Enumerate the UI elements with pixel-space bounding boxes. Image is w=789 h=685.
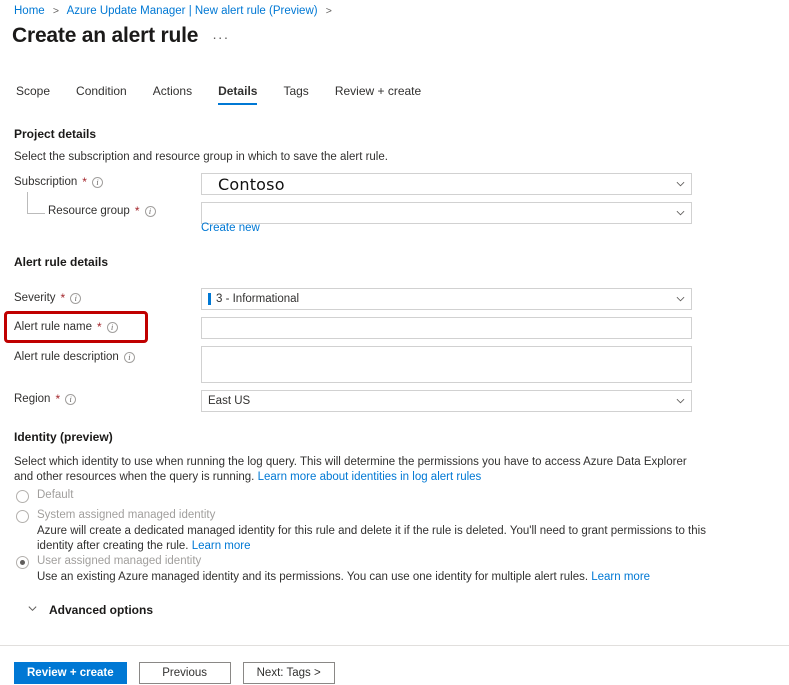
next-tags-button[interactable]: Next: Tags > bbox=[242, 662, 335, 684]
section-heading-alert-rule-details: Alert rule details bbox=[14, 255, 109, 269]
resource-group-dropdown[interactable] bbox=[201, 202, 692, 224]
required-marker: * bbox=[134, 204, 140, 218]
label-region-text: Region bbox=[14, 393, 51, 405]
label-alert-rule-description: Alert rule description i bbox=[14, 351, 135, 363]
radio-button-icon[interactable] bbox=[16, 510, 29, 523]
radio-label-default: Default bbox=[37, 489, 74, 501]
label-subscription-text: Subscription bbox=[14, 176, 78, 188]
chevron-down-icon bbox=[676, 209, 685, 218]
subscription-dropdown[interactable]: Contoso bbox=[201, 173, 692, 195]
label-alert-rule-name-text: Alert rule name bbox=[14, 321, 92, 333]
info-icon[interactable]: i bbox=[91, 176, 103, 188]
title-row: Create an alert rule ··· bbox=[12, 24, 229, 48]
severity-indicator-bar bbox=[208, 293, 211, 305]
tab-details[interactable]: Details bbox=[205, 84, 270, 105]
section-heading-project-details: Project details bbox=[14, 127, 97, 141]
page-title: Create an alert rule bbox=[12, 24, 199, 47]
radio-option-default[interactable]: Default bbox=[16, 489, 73, 503]
label-alert-rule-description-text: Alert rule description bbox=[14, 351, 119, 363]
info-icon[interactable]: i bbox=[70, 292, 82, 304]
info-icon[interactable]: i bbox=[65, 393, 77, 405]
previous-button[interactable]: Previous bbox=[138, 662, 231, 684]
info-icon[interactable]: i bbox=[144, 205, 156, 217]
footer-divider bbox=[0, 645, 789, 646]
create-alert-rule-page: Home > Azure Update Manager | New alert … bbox=[0, 0, 789, 685]
advanced-options-toggle[interactable]: Advanced options bbox=[27, 601, 153, 619]
required-marker: * bbox=[55, 392, 61, 406]
footer-buttons: Review + create Previous Next: Tags > bbox=[14, 662, 335, 684]
chevron-down-icon bbox=[676, 295, 685, 304]
required-marker: * bbox=[82, 175, 87, 189]
radio-sub-text-user-assigned: Use an existing Azure managed identity a… bbox=[37, 571, 592, 583]
breadcrumb-item-azure-update-manager[interactable]: Azure Update Manager | New alert rule (P… bbox=[67, 5, 318, 17]
radio-label-user-assigned: User assigned managed identity bbox=[37, 555, 202, 567]
label-resource-group-text: Resource group bbox=[48, 205, 130, 217]
breadcrumb: Home > Azure Update Manager | New alert … bbox=[14, 3, 337, 19]
required-marker: * bbox=[60, 291, 66, 305]
severity-value: 3 - Informational bbox=[216, 293, 300, 305]
radio-sub-system-assigned: Azure will create a dedicated managed id… bbox=[37, 524, 707, 554]
breadcrumb-separator-2: > bbox=[325, 5, 332, 17]
label-subscription: Subscription * i bbox=[14, 176, 103, 188]
chevron-down-icon bbox=[676, 180, 685, 189]
label-region: Region * i bbox=[14, 392, 77, 406]
required-marker: * bbox=[96, 320, 102, 334]
advanced-options-label: Advanced options bbox=[49, 603, 154, 617]
system-assigned-learn-more-link[interactable]: Learn more bbox=[192, 540, 251, 552]
label-severity: Severity * i bbox=[14, 291, 82, 305]
radio-button-icon[interactable] bbox=[16, 490, 29, 503]
label-resource-group: Resource group * i bbox=[48, 205, 156, 217]
radio-sub-user-assigned: Use an existing Azure managed identity a… bbox=[37, 570, 707, 585]
radio-sub-text-system-assigned: Azure will create a dedicated managed id… bbox=[37, 525, 706, 552]
alert-rule-name-input[interactable] bbox=[201, 317, 692, 339]
radio-label-system-assigned: System assigned managed identity bbox=[37, 509, 216, 521]
identity-learn-more-link[interactable]: Learn more about identities in log alert… bbox=[258, 471, 482, 483]
review-create-button[interactable]: Review + create bbox=[14, 662, 127, 684]
label-severity-text: Severity bbox=[14, 292, 56, 304]
create-new-resource-group-link[interactable]: Create new bbox=[201, 222, 260, 234]
region-value: East US bbox=[208, 395, 251, 407]
radio-option-system-assigned[interactable]: System assigned managed identity bbox=[16, 509, 215, 523]
severity-dropdown[interactable]: 3 - Informational bbox=[201, 288, 692, 310]
tab-scope[interactable]: Scope bbox=[14, 84, 63, 105]
section-description-project-details: Select the subscription and resource gro… bbox=[14, 151, 388, 163]
chevron-down-icon bbox=[27, 601, 38, 619]
label-alert-rule-name: Alert rule name * i bbox=[14, 321, 118, 333]
info-icon[interactable]: i bbox=[123, 351, 135, 363]
breadcrumb-separator: > bbox=[52, 5, 60, 17]
tab-condition[interactable]: Condition bbox=[63, 84, 140, 105]
chevron-down-icon bbox=[676, 397, 685, 406]
tab-review-create[interactable]: Review + create bbox=[322, 84, 434, 105]
tree-connector bbox=[27, 192, 45, 214]
region-dropdown[interactable]: East US bbox=[201, 390, 692, 412]
tab-tags[interactable]: Tags bbox=[270, 84, 321, 105]
user-assigned-learn-more-link[interactable]: Learn more bbox=[591, 571, 650, 583]
section-heading-identity: Identity (preview) bbox=[14, 430, 113, 444]
alert-rule-description-input[interactable] bbox=[201, 346, 692, 383]
breadcrumb-item-home[interactable]: Home bbox=[14, 5, 45, 17]
info-icon[interactable]: i bbox=[106, 321, 118, 333]
radio-button-icon[interactable] bbox=[16, 556, 29, 569]
tab-actions[interactable]: Actions bbox=[140, 84, 205, 105]
subscription-value: Contoso bbox=[218, 174, 285, 194]
more-options-icon[interactable]: ··· bbox=[212, 30, 229, 46]
identity-description: Select which identity to use when runnin… bbox=[14, 455, 704, 485]
wizard-tabs: Scope Condition Actions Details Tags Rev… bbox=[14, 84, 434, 105]
radio-option-user-assigned[interactable]: User assigned managed identity bbox=[16, 555, 201, 569]
